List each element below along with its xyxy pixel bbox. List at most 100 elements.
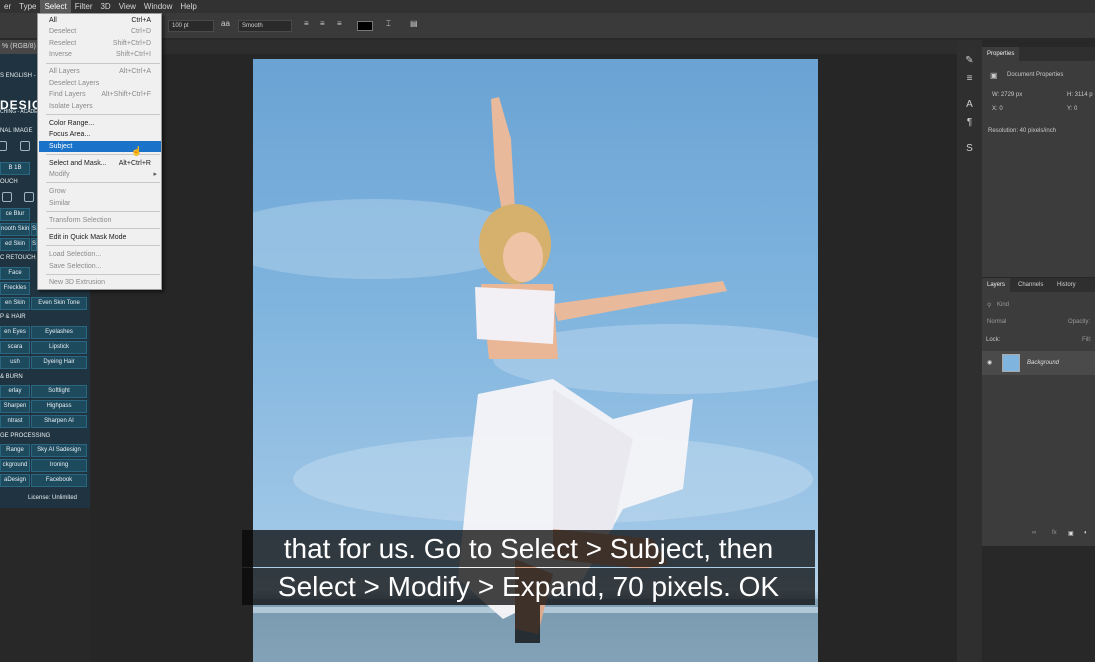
plugin-section-image: NAL IMAGE: [0, 128, 33, 134]
menu-item-select-and-mask[interactable]: Select and Mask... Alt+Ctrl+R: [39, 158, 161, 169]
menu-item-subject[interactable]: Subject: [39, 141, 161, 152]
tab-properties[interactable]: Properties: [982, 47, 1020, 61]
link-layers-icon[interactable]: ∞: [1032, 530, 1036, 536]
plugin-logo-subtitle: CHING - ACADE: [0, 109, 38, 115]
menu-item-modify[interactable]: Modify ▸: [39, 169, 161, 180]
menu-filter[interactable]: Filter: [71, 0, 97, 13]
warp-text-icon[interactable]: ⌶: [386, 19, 391, 29]
search-icon[interactable]: ⚲: [987, 302, 991, 309]
menu-item-load-selection[interactable]: Load Selection...: [39, 249, 161, 260]
plugin-icon[interactable]: S: [963, 142, 976, 155]
menu-item-all-layers[interactable]: All Layers Alt+Ctrl+A: [39, 66, 161, 77]
width-value[interactable]: W: 2729 px: [992, 92, 1022, 98]
menu-select[interactable]: Select: [40, 0, 71, 13]
mouse-cursor-icon: ☝: [131, 146, 143, 156]
align-right-icon[interactable]: ≡: [337, 19, 342, 28]
plugin-btn-sharpen-ai[interactable]: Sharpen AI: [31, 415, 87, 428]
menu-item-deselect[interactable]: Deselect Ctrl+D: [39, 26, 161, 37]
camera-icon[interactable]: [20, 141, 30, 151]
adjustments-icon[interactable]: ≡: [963, 72, 976, 85]
plugin-btn-softlight[interactable]: Softlight: [31, 385, 87, 398]
menu-3d[interactable]: 3D: [96, 0, 114, 13]
adjustment-layer-icon[interactable]: ◐: [1084, 530, 1088, 536]
menu-separator: [46, 211, 160, 212]
plugin-btn-facebook[interactable]: Facebook: [31, 474, 87, 487]
plugin-btn-contrast[interactable]: ntrast: [0, 415, 30, 428]
plugin-btn-even-skin[interactable]: en Skin: [0, 297, 30, 310]
plugin-btn-green-eyes[interactable]: en Eyes: [0, 326, 30, 339]
plugin-btn-face-blur[interactable]: ce Blur: [0, 208, 30, 221]
menu-item-find-layers[interactable]: Find Layers Alt+Shift+Ctrl+F: [39, 89, 161, 100]
menu-help[interactable]: Help: [176, 0, 200, 13]
add-mask-icon[interactable]: ▣: [1068, 530, 1074, 537]
menu-item-grow[interactable]: Grow: [39, 186, 161, 197]
caption-tail: [515, 605, 540, 643]
paragraph-icon[interactable]: ¶: [963, 116, 976, 129]
tab-layers[interactable]: Layers: [982, 278, 1011, 292]
plugin-btn-background[interactable]: ckground: [0, 459, 30, 472]
x-value[interactable]: X: 0: [992, 106, 1003, 112]
plugin-btn-range[interactable]: Range: [0, 444, 30, 457]
y-value[interactable]: Y: 0: [1067, 106, 1077, 112]
plugin-btn-mascara[interactable]: scara: [0, 341, 30, 354]
plugin-btn-red-skin[interactable]: ed Skin: [0, 238, 30, 251]
menu-item-new-3d-extrusion[interactable]: New 3D Extrusion: [39, 277, 161, 288]
blend-mode-select[interactable]: Normal: [987, 319, 1006, 325]
menu-item-all[interactable]: All Ctrl+A: [39, 15, 161, 26]
brush-settings-icon[interactable]: ✎: [963, 54, 976, 67]
font-size-field[interactable]: 100 pt: [168, 20, 214, 32]
menu-item-focus-area[interactable]: Focus Area...: [39, 129, 161, 140]
plugin-btn-smooth-skin[interactable]: nooth Skin: [0, 223, 30, 236]
subtitle-line-1: that for us. Go to Select > Subject, the…: [242, 530, 815, 567]
fx-icon[interactable]: fx: [1052, 530, 1057, 536]
plugin-btn-sky-ai[interactable]: Sky AI Sadesign: [31, 444, 87, 457]
menu-item-similar[interactable]: Similar: [39, 198, 161, 209]
sun-icon[interactable]: [0, 141, 7, 151]
brush-icon[interactable]: [2, 192, 12, 202]
resolution-value: Resolution: 40 pixels/inch: [988, 128, 1057, 134]
text-color-swatch[interactable]: [357, 21, 373, 31]
plugin-btn-ironing[interactable]: Ironing: [31, 459, 87, 472]
plugin-btn-face[interactable]: Face: [0, 267, 30, 280]
align-left-icon[interactable]: ≡: [304, 19, 309, 28]
character-icon[interactable]: A: [963, 98, 976, 111]
plugin-btn-freckles[interactable]: Freckles: [0, 282, 30, 295]
visibility-eye-icon[interactable]: ◉: [987, 359, 992, 366]
layer-filter-kind[interactable]: Kind: [997, 302, 1009, 308]
character-panel-icon[interactable]: ▤: [410, 19, 418, 28]
plugin-btn-dyeing-hair[interactable]: Dyeing Hair: [31, 356, 87, 369]
layer-row-background[interactable]: ◉ Background: [982, 351, 1095, 375]
antialias-select[interactable]: Smooth: [238, 20, 292, 32]
menu-type[interactable]: Type: [15, 0, 40, 13]
menu-item-isolate-layers[interactable]: Isolate Layers: [39, 101, 161, 112]
select-menu-dropdown: All Ctrl+A Deselect Ctrl+D Reselect Shift+C…: [37, 13, 162, 290]
menu-separator: [46, 114, 160, 115]
align-center-icon[interactable]: ≡: [320, 19, 325, 28]
plugin-btn-blush[interactable]: ush: [0, 356, 30, 369]
menu-item-reselect[interactable]: Reselect Shift+Ctrl+D: [39, 38, 161, 49]
plugin-btn-eyelashes[interactable]: Eyelashes: [31, 326, 87, 339]
plugin-btn-even-skin-tone[interactable]: Even Skin Tone: [31, 297, 87, 310]
layer-name[interactable]: Background: [1027, 360, 1059, 366]
menu-item-deselect-layers[interactable]: Deselect Layers: [39, 78, 161, 89]
plugin-btn-sharpen[interactable]: Sharpen: [0, 400, 30, 413]
menu-item-inverse[interactable]: Inverse Shift+Ctrl+I: [39, 49, 161, 60]
plugin-btn-lipstick[interactable]: Lipstick: [31, 341, 87, 354]
plugin-b1b-button[interactable]: B 1B: [0, 162, 30, 175]
menu-item-transform-selection[interactable]: Transform Selection: [39, 215, 161, 226]
plugin-btn-highpass[interactable]: Highpass: [31, 400, 87, 413]
plugin-btn-overlay[interactable]: erlay: [0, 385, 30, 398]
menu-view[interactable]: View: [115, 0, 140, 13]
height-value[interactable]: H: 3114 p: [1067, 92, 1093, 98]
menu-layer[interactable]: er: [0, 0, 15, 13]
menu-item-color-range[interactable]: Color Range...: [39, 118, 161, 129]
menu-item-quick-mask[interactable]: Edit in Quick Mask Mode: [39, 232, 161, 243]
tab-history[interactable]: History: [1052, 278, 1081, 292]
eraser-icon[interactable]: [24, 192, 34, 202]
options-bar: 100 pt aa Smooth ≡ ≡ ≡ ⌶ ▤: [0, 13, 1095, 39]
tab-channels[interactable]: Channels: [1013, 278, 1048, 292]
menu-item-save-selection[interactable]: Save Selection...: [39, 261, 161, 272]
plugin-btn-sadesign[interactable]: aDesign: [0, 474, 30, 487]
menu-window[interactable]: Window: [140, 0, 176, 13]
fill-label: Fill:: [1082, 337, 1092, 343]
